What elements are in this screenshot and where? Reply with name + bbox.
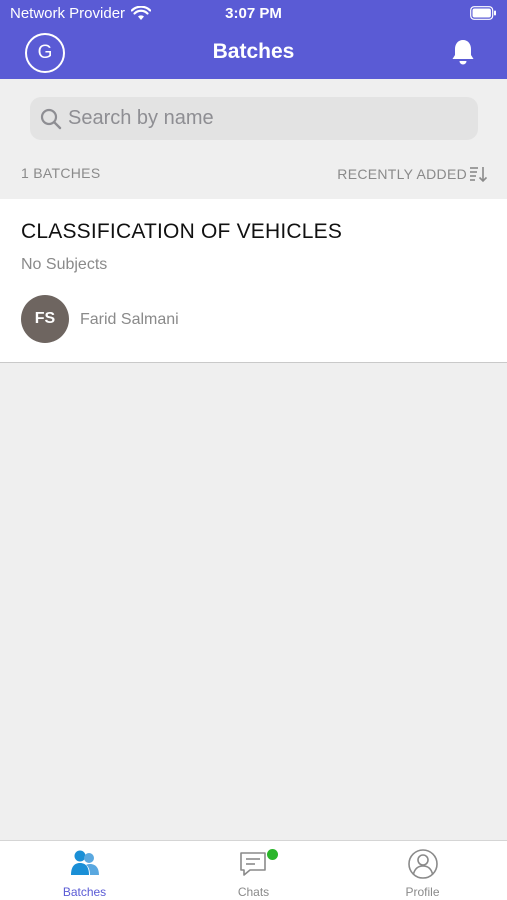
owner-name: Farid Salmani (80, 311, 179, 328)
search-input[interactable] (68, 107, 458, 130)
tab-bar: Batches Chats Profile (0, 840, 507, 900)
search-bar[interactable] (30, 97, 478, 140)
batch-title: CLASSIFICATION OF VEHICLES (21, 220, 343, 243)
batch-card[interactable]: CLASSIFICATION OF VEHICLES No Subjects F… (0, 199, 507, 363)
header: Network Provider 3:07 PM G Batches (0, 0, 507, 79)
batch-subjects: No Subjects (21, 256, 108, 273)
sort-descending-icon (470, 167, 487, 183)
wifi-icon (131, 6, 152, 20)
list-meta-row: 1 BATCHES RECENTLY ADDED (0, 165, 507, 183)
account-avatar-button[interactable]: G (25, 33, 65, 73)
tab-profile-label: Profile (405, 885, 440, 899)
sort-label: RECENTLY ADDED (337, 166, 467, 182)
search-icon (40, 108, 62, 129)
account-avatar-letter: G (37, 42, 53, 63)
tab-batches[interactable]: Batches (0, 841, 169, 900)
status-bar: Network Provider 3:07 PM (0, 0, 507, 28)
page-title: Batches (212, 40, 295, 63)
tab-chats-label: Chats (237, 885, 270, 899)
tab-profile[interactable]: Profile (338, 841, 507, 900)
battery-icon (470, 6, 496, 20)
sort-button[interactable]: RECENTLY ADDED (337, 165, 487, 183)
tab-chats[interactable]: Chats (169, 841, 338, 900)
tab-batches-label: Batches (62, 885, 107, 899)
chat-icon (240, 852, 266, 876)
batch-count: 1 BATCHES (21, 165, 101, 181)
bell-icon[interactable] (450, 38, 476, 66)
owner-avatar: FS (21, 295, 69, 343)
owner-initials: FS (34, 310, 56, 327)
carrier-name: Network Provider (10, 5, 126, 22)
app-root: Network Provider 3:07 PM G Batches Searc… (0, 0, 507, 900)
chat-unread-dot (267, 849, 278, 860)
batches-icon (71, 850, 99, 875)
status-carrier-group: Network Provider (10, 5, 152, 22)
profile-icon (408, 849, 438, 879)
